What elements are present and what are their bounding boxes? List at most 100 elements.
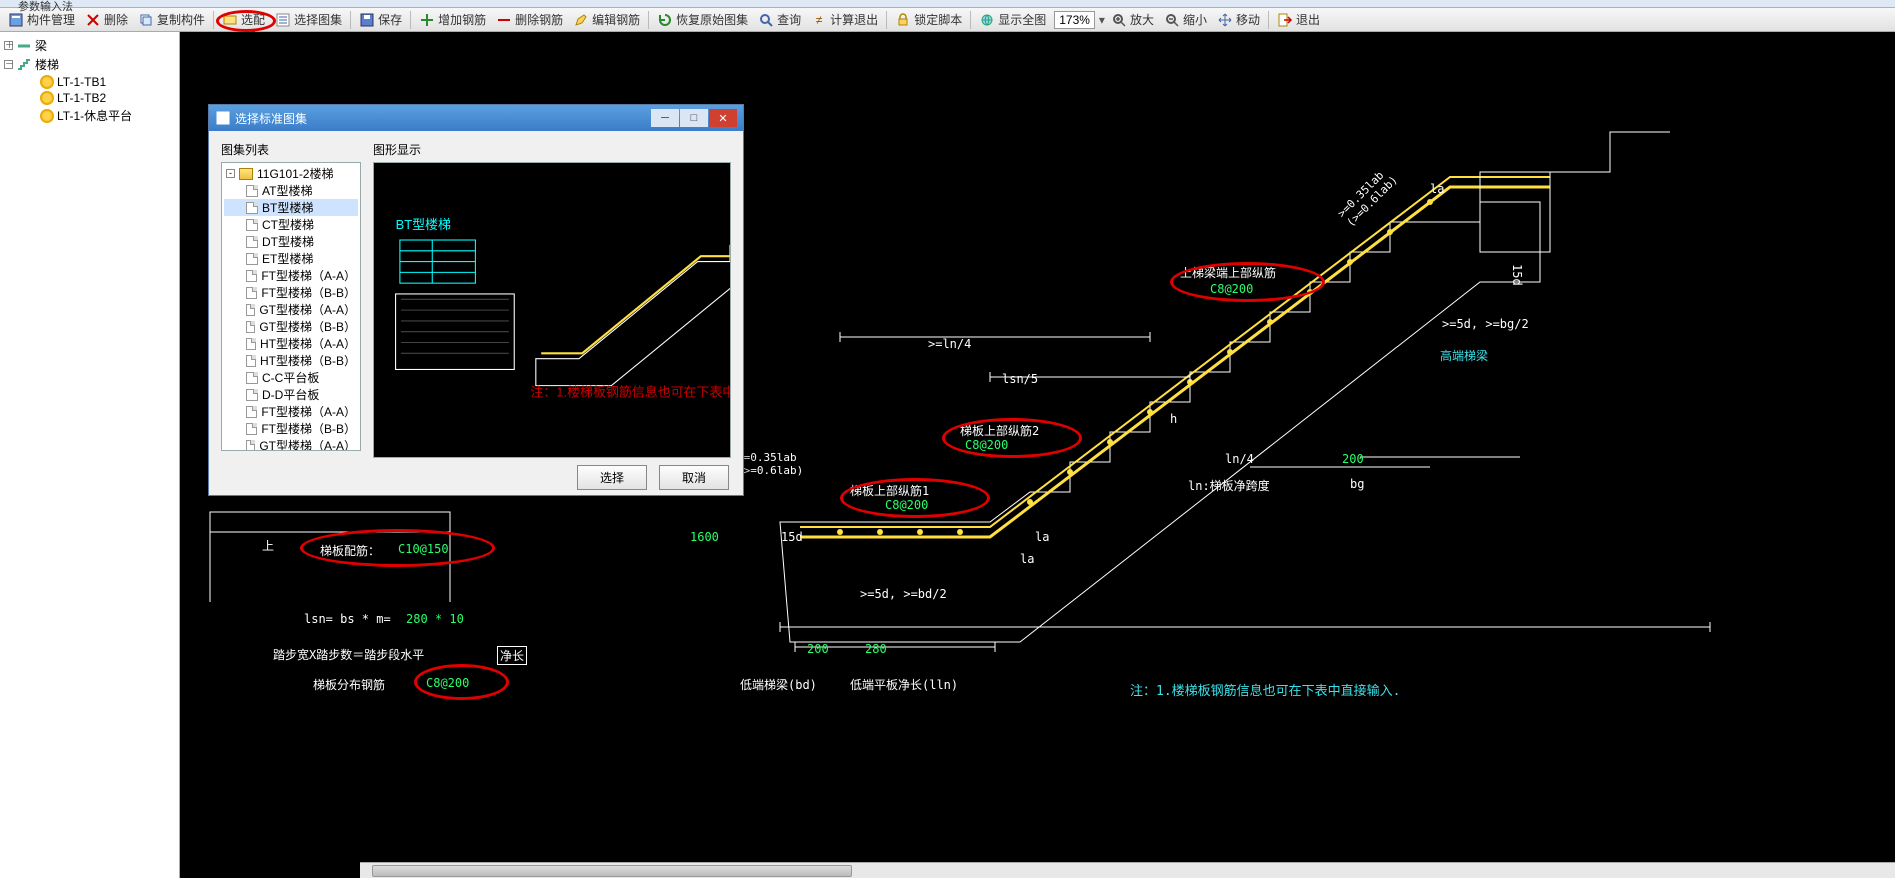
shang-label: 上	[262, 537, 274, 554]
slab-rebar-label: 梯板配筋：	[320, 542, 380, 559]
v200[interactable]: 200	[1342, 452, 1364, 466]
save-button[interactable]: 保存	[355, 9, 406, 30]
select-atlas-dialog: 选择标准图集 ─ □ ✕ 图集列表 -11G101-2楼梯 AT型楼梯BT型楼梯…	[208, 104, 744, 496]
edit-rebar-button[interactable]: 编辑钢筋	[569, 9, 644, 30]
tree-item-lt1tb2[interactable]: LT-1-TB2	[4, 90, 175, 106]
main-toolbar: 构件管理 删除 复制构件 选配 选择图集 保存 增加钢筋 删除钢筋 编辑钢筋 恢…	[0, 8, 1895, 32]
list-item[interactable]: BT型楼梯	[224, 199, 358, 216]
lsn-formula: lsn= bs * m=	[304, 612, 391, 626]
dim-280[interactable]: 280	[865, 642, 887, 656]
lsn5: lsn/5	[1002, 372, 1038, 386]
copy-member-button[interactable]: 复制构件	[134, 9, 209, 30]
list-item[interactable]: FT型楼梯（A-A）	[224, 403, 358, 420]
list-item[interactable]: HT型楼梯（B-B）	[224, 352, 358, 369]
show-all-button[interactable]: 显示全图	[975, 9, 1050, 30]
top2-label: 梯板上部纵筋2	[960, 422, 1039, 439]
list-item[interactable]: FT型楼梯（B-B）	[224, 420, 358, 437]
ln-span: ln:梯板净跨度	[1188, 477, 1270, 494]
list-item[interactable]: CT型楼梯	[224, 216, 358, 233]
add-rebar-button[interactable]: 增加钢筋	[415, 9, 490, 30]
zoom-out-button[interactable]: 缩小	[1160, 9, 1211, 30]
dim-1600[interactable]: 1600	[690, 530, 719, 544]
ge5d-bd: >=5d, >=bd/2	[860, 587, 947, 601]
list-item[interactable]: ET型楼梯	[224, 250, 358, 267]
document-icon	[246, 372, 258, 384]
select-match-button[interactable]: 选配	[218, 9, 269, 30]
dim-200[interactable]: 200	[807, 642, 829, 656]
maximize-button[interactable]: □	[680, 109, 708, 127]
list-item[interactable]: HT型楼梯（A-A）	[224, 335, 358, 352]
list-item[interactable]: GT型楼梯（A-A）	[224, 437, 358, 451]
document-icon	[246, 321, 255, 333]
component-tree: ＋梁 －楼梯 LT-1-TB1 LT-1-TB2 LT-1-休息平台	[0, 32, 180, 878]
select-atlas-button[interactable]: 选择图集	[271, 9, 346, 30]
document-icon	[246, 389, 258, 401]
minimize-button[interactable]: ─	[651, 109, 679, 127]
h-scrollbar[interactable]	[360, 862, 1895, 878]
document-icon	[246, 236, 258, 248]
calc-exit-button[interactable]: ≠计算退出	[807, 9, 882, 30]
tree-item-lt1rest[interactable]: LT-1-休息平台	[4, 106, 175, 125]
exit-button[interactable]: 退出	[1273, 9, 1324, 30]
top1-value[interactable]: C8@200	[885, 498, 928, 512]
document-icon	[246, 423, 257, 435]
zoom-in-button[interactable]: 放大	[1107, 9, 1158, 30]
top2-value[interactable]: C8@200	[965, 438, 1008, 452]
lock-script-button[interactable]: 锁定脚本	[891, 9, 966, 30]
ok-button[interactable]: 选择	[577, 465, 647, 490]
del-rebar-button[interactable]: 删除钢筋	[492, 9, 567, 30]
list-item[interactable]: GT型楼梯（B-B）	[224, 318, 358, 335]
book-icon	[239, 168, 253, 180]
list-item[interactable]: C-C平台板	[224, 369, 358, 386]
list-item[interactable]: FT型楼梯（A-A）	[224, 267, 358, 284]
dialog-titlebar[interactable]: 选择标准图集 ─ □ ✕	[209, 105, 743, 131]
list-item[interactable]: D-D平台板	[224, 386, 358, 403]
lsn-value[interactable]: 280 * 10	[406, 612, 464, 626]
document-icon	[246, 270, 257, 282]
top1-label: 梯板上部纵筋1	[850, 482, 929, 499]
document-icon	[246, 202, 258, 214]
ge035lab-1: >=0.35lab (>=0.6lab)	[737, 451, 803, 477]
document-icon	[246, 440, 255, 452]
svg-text:BT型楼梯: BT型楼梯	[396, 217, 451, 232]
vbg: bg	[1350, 477, 1364, 491]
low-beam-label: 低端梯梁(bd)	[740, 676, 817, 693]
restore-atlas-button[interactable]: 恢复原始图集	[653, 9, 752, 30]
step-formula-end: 净长	[497, 646, 527, 665]
pan-button[interactable]: 移动	[1213, 9, 1264, 30]
query-button[interactable]: 查询	[754, 9, 805, 30]
upper-beam-label: 上梯梁端上部纵筋	[1180, 264, 1276, 281]
list-item[interactable]: AT型楼梯	[224, 182, 358, 199]
ln4-r: ln/4	[1225, 452, 1254, 466]
dist-rebar-value[interactable]: C8@200	[426, 676, 469, 690]
preview-label: 图形显示	[373, 141, 731, 158]
list-root[interactable]: -11G101-2楼梯	[224, 165, 358, 182]
gear-icon	[40, 109, 54, 123]
upper-beam-value[interactable]: C8@200	[1210, 282, 1253, 296]
document-icon	[246, 304, 255, 316]
tree-item-lt1tb1[interactable]: LT-1-TB1	[4, 74, 175, 90]
atlas-list[interactable]: -11G101-2楼梯 AT型楼梯BT型楼梯CT型楼梯DT型楼梯ET型楼梯FT型…	[221, 162, 361, 451]
slab-rebar-value[interactable]: C10@150	[398, 542, 449, 556]
drawing-canvas[interactable]: 上梯梁端上部纵筋 C8@200 梯板上部纵筋2 C8@200 梯板上部纵筋1 C…	[180, 32, 1895, 878]
delete-button[interactable]: 删除	[81, 9, 132, 30]
dim-15d: 15d	[781, 530, 803, 544]
document-icon	[246, 338, 256, 350]
document-icon	[246, 185, 258, 197]
close-button[interactable]: ✕	[709, 109, 737, 127]
list-item[interactable]: FT型楼梯（B-B）	[224, 284, 358, 301]
high-beam-label: 高端梯梁	[1440, 347, 1488, 364]
document-icon	[246, 253, 258, 265]
step-formula: 踏步宽X踏步数＝踏步段水平	[273, 646, 424, 663]
document-icon	[246, 355, 256, 367]
tree-node-beam[interactable]: ＋梁	[4, 36, 175, 55]
note-text: 注：1.楼梯板钢筋信息也可在下表中直接输入.	[1130, 680, 1400, 699]
zoom-value[interactable]: 173%	[1054, 11, 1095, 29]
svg-text:≠: ≠	[816, 13, 823, 27]
list-item[interactable]: DT型楼梯	[224, 233, 358, 250]
la-4: la	[1430, 182, 1444, 196]
cancel-button[interactable]: 取消	[659, 465, 729, 490]
tree-node-stair[interactable]: －楼梯	[4, 55, 175, 74]
list-item[interactable]: GT型楼梯（A-A）	[224, 301, 358, 318]
document-icon	[246, 406, 257, 418]
